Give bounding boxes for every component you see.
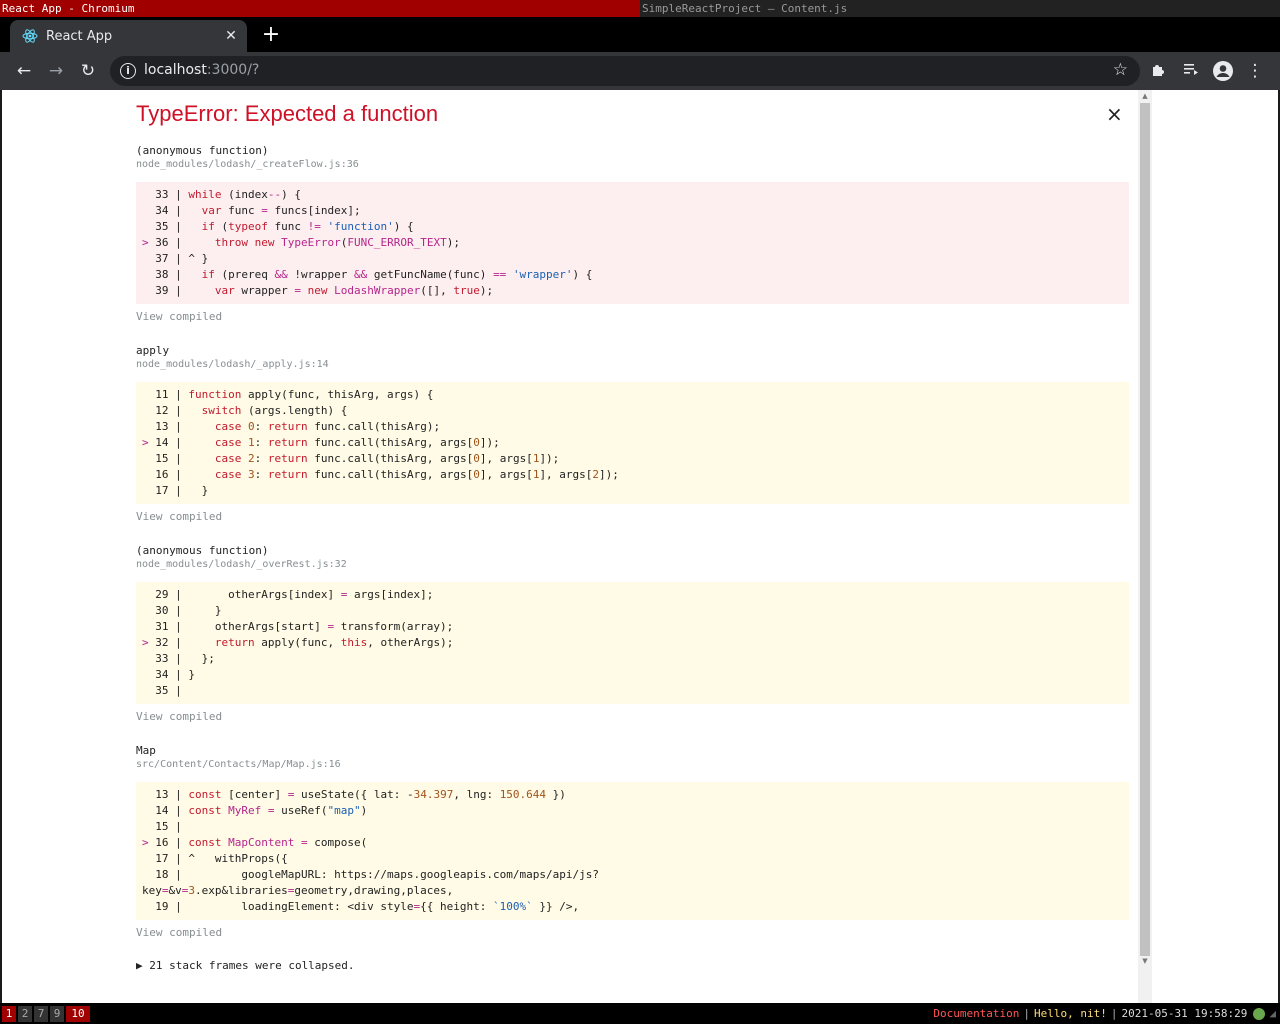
greeting-text: Hello, nit!: [1034, 1007, 1107, 1020]
tray-network-icon[interactable]: ◢: [1269, 1006, 1276, 1022]
page-viewport: TypeError: Expected a function × ▶ 21 st…: [2, 90, 1278, 1003]
tab-react-app[interactable]: React App ✕: [10, 20, 247, 52]
url-text[interactable]: localhost:3000/?: [144, 62, 259, 78]
frame-file-path[interactable]: node_modules/lodash/_apply.js:14: [136, 359, 329, 370]
frame-function-name: apply: [136, 344, 170, 357]
code-snippet: 11 | function apply(func, thisArg, args)…: [136, 382, 1129, 504]
separator: |: [1110, 1007, 1118, 1020]
tab-title: React App: [46, 28, 113, 44]
code-snippet: 13 | const [center] = useState({ lat: -3…: [136, 782, 1129, 920]
view-compiled-link[interactable]: View compiled: [136, 510, 222, 523]
close-overlay-icon[interactable]: ×: [1106, 102, 1123, 126]
window-manager-bar: React App - Chromium SimpleReactProject …: [0, 0, 1280, 17]
frame-function-name: (anonymous function): [136, 144, 269, 157]
workspace-9[interactable]: 9: [50, 1006, 64, 1022]
frame-file-path[interactable]: node_modules/lodash/_createFlow.js:36: [136, 159, 359, 170]
address-bar[interactable]: i localhost:3000/? ☆: [110, 56, 1140, 86]
code-line: 31 | otherArgs[start] = transform(array)…: [148, 620, 454, 633]
menu-kebab-icon[interactable]: ⋮: [1244, 60, 1266, 82]
code-line: > 14 | case 1: return func.call(thisArg,…: [142, 436, 500, 449]
profile-avatar-icon[interactable]: [1212, 60, 1234, 82]
page-scrollbar[interactable]: ▲ ▼: [1138, 90, 1152, 1003]
code-line: 38 | if (prereq && !wrapper && getFuncNa…: [148, 268, 593, 281]
code-line: 18 | googleMapURL: https://maps.googleap…: [148, 868, 599, 881]
wm-inactive-title[interactable]: SimpleReactProject – Content.js: [640, 0, 1280, 17]
collapsed-frames-toggle[interactable]: ▶ 21 stack frames were collapsed.: [136, 959, 355, 972]
workspace-1[interactable]: 1: [2, 1006, 16, 1022]
code-line: 14 | const MyRef = useRef("map"): [148, 804, 368, 817]
code-line: 11 | function apply(func, thisArg, args)…: [148, 388, 434, 401]
code-snippet: 29 | otherArgs[index] = args[index]; 30 …: [136, 582, 1129, 704]
code-line: 19 | loadingElement: <div style={{ heigh…: [148, 900, 580, 913]
view-compiled-link[interactable]: View compiled: [136, 310, 222, 323]
code-line: 29 | otherArgs[index] = args[index];: [148, 588, 434, 601]
frame-function-name: Map: [136, 744, 156, 757]
workspace-7[interactable]: 7: [34, 1006, 48, 1022]
code-line: 34 | }: [148, 668, 195, 681]
status-bar: 1 2 7 9 10 Documentation | Hello, nit! | 202…: [0, 1003, 1280, 1024]
frame-file-path[interactable]: src/Content/Contacts/Map/Map.js:16: [136, 759, 341, 770]
code-line: 35 | if (typeof func != 'function') {: [148, 220, 414, 233]
workspace-2[interactable]: 2: [18, 1006, 32, 1022]
code-line: 33 | while (index--) {: [148, 188, 301, 201]
tab-strip: React App ✕ +: [0, 17, 1280, 52]
workspace-10[interactable]: 10: [66, 1006, 90, 1022]
info-icon[interactable]: i: [120, 63, 136, 79]
frame-file-path[interactable]: node_modules/lodash/_overRest.js:32: [136, 559, 347, 570]
new-tab-button[interactable]: +: [260, 23, 282, 47]
code-line: > 16 | const MapContent = compose(: [142, 836, 368, 849]
documentation-link[interactable]: Documentation: [933, 1006, 1019, 1022]
extensions-icon[interactable]: [1148, 60, 1170, 82]
bookmark-star-icon[interactable]: ☆: [1113, 60, 1128, 80]
separator: |: [1023, 1007, 1031, 1020]
browser-toolbar: ← → ↻ i localhost:3000/? ☆ ⋮: [0, 52, 1280, 90]
code-line: 15 |: [148, 820, 189, 833]
code-line: 37 | ^ }: [148, 252, 209, 265]
wm-active-title[interactable]: React App - Chromium: [0, 0, 640, 17]
frame-function-name: (anonymous function): [136, 544, 269, 557]
view-compiled-link[interactable]: View compiled: [136, 926, 222, 939]
forward-icon[interactable]: →: [45, 60, 67, 82]
code-line: 34 | var func = funcs[index];: [148, 204, 361, 217]
code-line: 13 | case 0: return func.call(thisArg);: [148, 420, 441, 433]
code-line: key=&v=3.exp&libraries=geometry,drawing,…: [142, 884, 454, 897]
code-line: 13 | const [center] = useState({ lat: -3…: [148, 788, 566, 801]
react-icon: [22, 29, 38, 43]
code-line: 33 | };: [148, 652, 215, 665]
scrollbar-thumb[interactable]: [1140, 103, 1150, 956]
code-line: > 36 | throw new TypeError(FUNC_ERROR_TE…: [142, 236, 460, 249]
view-compiled-link[interactable]: View compiled: [136, 710, 222, 723]
code-line: 35 |: [148, 684, 189, 697]
back-icon[interactable]: ←: [13, 60, 35, 82]
code-line: 30 | }: [148, 604, 222, 617]
code-line: > 32 | return apply(func, this, otherArg…: [142, 636, 454, 649]
scroll-down-arrow-icon[interactable]: ▼: [1138, 955, 1152, 967]
status-right: Documentation | Hello, nit! | 2021-05-31…: [933, 1006, 1280, 1022]
code-line: 17 | }: [148, 484, 209, 497]
code-line: 17 | ^ withProps({: [148, 852, 288, 865]
reload-icon[interactable]: ↻: [77, 60, 99, 82]
scroll-up-arrow-icon[interactable]: ▲: [1138, 90, 1152, 102]
clock: 2021-05-31 19:58:29: [1121, 1007, 1248, 1020]
code-snippet: 33 | while (index--) { 34 | var func = f…: [136, 182, 1129, 304]
code-line: 16 | case 3: return func.call(thisArg, a…: [148, 468, 619, 481]
code-line: 39 | var wrapper = new LodashWrapper([],…: [148, 284, 494, 297]
code-line: 12 | switch (args.length) {: [148, 404, 348, 417]
error-title: TypeError: Expected a function: [136, 101, 439, 126]
tray-status-icon[interactable]: [1253, 1008, 1266, 1020]
media-queue-icon[interactable]: [1180, 60, 1202, 82]
close-tab-icon[interactable]: ✕: [221, 28, 241, 44]
code-line: 15 | case 2: return func.call(thisArg, a…: [148, 452, 560, 465]
